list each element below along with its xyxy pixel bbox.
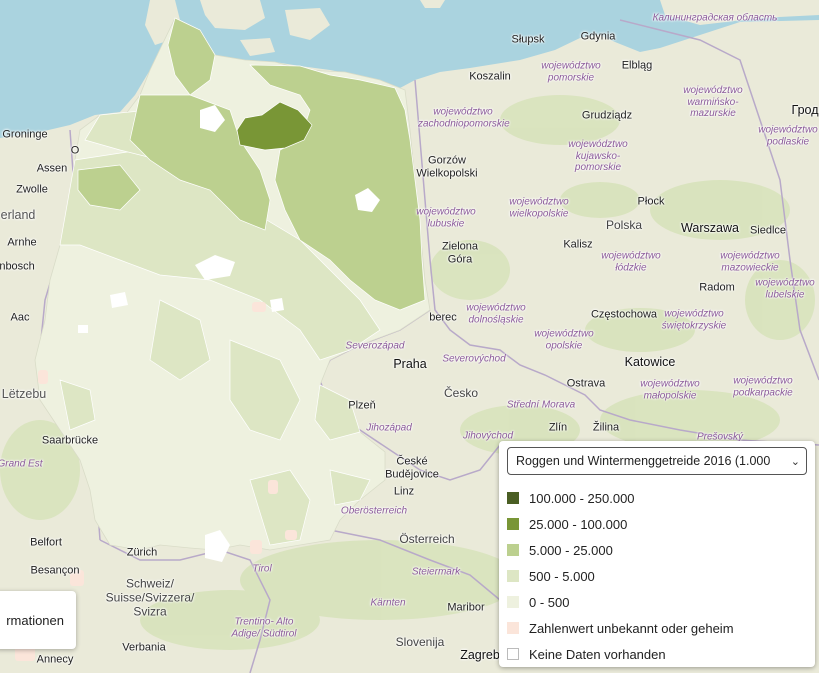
legend-swatch (507, 492, 519, 504)
chevron-down-icon: ⌄ (790, 455, 800, 468)
label-tirol: Tirol (252, 563, 272, 575)
label-woj-warminsko: województwo warmińsko-mazurskie (683, 84, 743, 119)
label-annecy: Annecy (36, 653, 74, 666)
legend-list: 100.000 - 250.000 25.000 - 100.000 5.000 -… (507, 485, 807, 667)
label-woj-pomorskie: województwo pomorskie (541, 60, 601, 84)
label-woj-podlaskie: województwo podlaskie (758, 124, 818, 148)
label-plzen: Plzeň (348, 399, 376, 412)
label-saarbrucken: Saarbrücke (41, 434, 99, 447)
label-polska: Polska (605, 218, 643, 233)
label-zilina: Žilina (592, 421, 620, 434)
label-zagreb: Zagreb (460, 647, 500, 662)
label-woj-dolnoslaskie: województwo dolnośląskie (466, 302, 526, 326)
label-woj-wielkopolskie: województwo wielkopolskie (509, 196, 569, 220)
label-katowice: Katowice (624, 354, 676, 369)
label-koszalin: Koszalin (469, 70, 511, 83)
label-elblag: Elbląg (621, 59, 653, 72)
label-woj-lubelskie: województwo lubelskie (755, 277, 815, 301)
label-kalisz: Kalisz (563, 238, 593, 251)
label-slovenija: Slovenija (395, 635, 445, 650)
label-schweiz: Schweiz/ Suisse/Svizzera/ Svizra (105, 576, 195, 618)
label-praha: Praha (393, 356, 427, 371)
label-maribor: Maribor (447, 601, 485, 614)
label-slupsk: Słupsk (511, 33, 545, 46)
label-siedlce: Siedlce (749, 224, 787, 237)
label-plock: Płock (637, 195, 665, 208)
label-woj-swietokrzyskie: województwo świętokrzyskie (661, 308, 727, 332)
label-woj-lodzkie: województwo łódzkie (601, 250, 661, 274)
label-aac: Aac (10, 311, 30, 324)
label-groningen: Groninge (2, 128, 48, 141)
label-gdynia: Gdynia (580, 30, 616, 43)
info-button[interactable]: rmationen (0, 591, 76, 649)
map-legend: Roggen und Wintermenggetreide 2016 (1.00… (499, 441, 815, 667)
label-besancon: Besançon (30, 564, 80, 577)
label-ceske-budejovice: České Budějovice (385, 455, 439, 480)
label-o: O (70, 144, 80, 157)
dataset-select[interactable]: Roggen und Wintermenggetreide 2016 (1.00… (507, 447, 807, 475)
label-ostrava: Ostrava (566, 377, 606, 390)
label-jihozapad: Jihozápad (366, 422, 412, 434)
label-karnten: Kärnten (370, 597, 406, 609)
label-stredni-morava: Střední Morava (506, 399, 576, 411)
label-woj-podkarpackie: województwo podkarpackie (733, 375, 793, 399)
legend-item: Keine Daten vorhanden (507, 641, 807, 667)
label-osterreich: Österreich (399, 532, 455, 547)
label-belfort: Belfort (30, 536, 62, 549)
label-trentino: Trentino- Alto Adige/ Südtirol (231, 616, 297, 640)
legend-item: 5.000 - 25.000 (507, 537, 807, 563)
legend-swatch (507, 570, 519, 582)
info-button-label: rmationen (6, 612, 64, 628)
label-linz: Linz (393, 485, 415, 498)
label-woj-kujawsko: województwo kujawsko-pomorskie (568, 138, 628, 173)
label-severovychod: Severovýchod (442, 353, 506, 365)
label-warszawa: Warszawa (681, 220, 739, 235)
legend-item: 25.000 - 100.000 (507, 511, 807, 537)
legend-label: Keine Daten vorhanden (529, 646, 666, 662)
legend-swatch (507, 648, 519, 660)
dataset-select-value: Roggen und Wintermenggetreide 2016 (1.00… (516, 454, 771, 468)
label-enbosch: enbosch (0, 260, 35, 273)
label-woj-malopolskie: województwo małopolskie (640, 378, 700, 402)
legend-item: 100.000 - 250.000 (507, 485, 807, 511)
legend-label: 5.000 - 25.000 (529, 542, 613, 558)
label-arnhem: Arnhe (7, 236, 37, 249)
legend-label: 0 - 500 (529, 594, 570, 610)
label-severozapad: Severozápad (345, 340, 405, 352)
label-assen: Assen (36, 162, 68, 175)
legend-item: 500 - 5.000 (507, 563, 807, 589)
legend-label: 500 - 5.000 (529, 568, 595, 584)
label-oberosterreich: Oberösterreich (340, 505, 408, 517)
label-kaliningrad: Калининградская область (652, 12, 778, 24)
legend-item: Zahlenwert unbekannt oder geheim (507, 615, 807, 641)
label-verbania: Verbania (122, 641, 166, 654)
legend-label: 25.000 - 100.000 (529, 516, 628, 532)
label-woj-opolskie: województwo opolskie (534, 328, 594, 352)
legend-swatch (507, 544, 519, 556)
label-letzebu: Lëtzebu (1, 386, 47, 401)
label-radom: Radom (699, 281, 735, 294)
label-zlin: Zlín (548, 421, 568, 434)
label-steiermark: Steiermark (411, 566, 461, 578)
label-woj-lubuskie: województwo lubuskie (416, 206, 476, 230)
legend-swatch (507, 622, 519, 634)
legend-swatch (507, 596, 519, 608)
label-zwolle: Zwolle (16, 183, 48, 196)
label-grod: Грод (791, 102, 819, 117)
label-woj-mazowieckie: województwo mazowieckie (720, 250, 780, 274)
label-cesko: Česko (443, 386, 479, 401)
legend-label: Zahlenwert unbekannt oder geheim (529, 620, 734, 636)
label-erland: erland (0, 207, 36, 222)
label-gorzow: Gorzów Wielkopolski (416, 154, 478, 179)
label-grudziadz: Grudziądz (581, 109, 633, 122)
legend-swatch (507, 518, 519, 530)
legend-item: 0 - 500 (507, 589, 807, 615)
label-zielona-gora: Zielona Góra (441, 240, 479, 265)
label-grand-est: Grand Est (0, 458, 43, 470)
label-woj-zachodnio: województwo zachodniopomorskie (418, 106, 510, 130)
label-zurich: Zürich (126, 546, 158, 559)
legend-label: 100.000 - 250.000 (529, 490, 635, 506)
label-berec: berec (429, 311, 457, 324)
label-czestochowa: Częstochowa (590, 308, 658, 321)
